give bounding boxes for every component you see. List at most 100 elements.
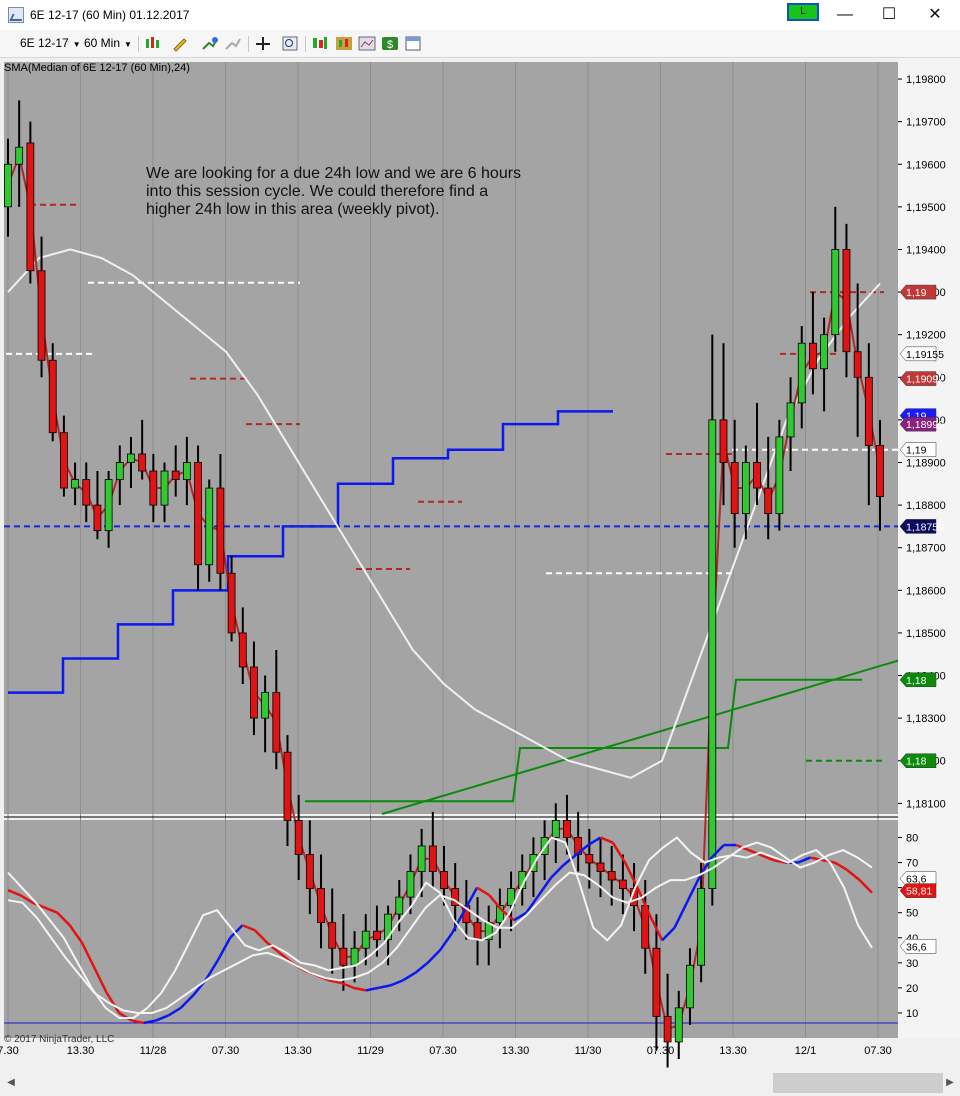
time-tick-label: 7.30 (0, 1045, 19, 1057)
horizontal-scrollbar[interactable]: ◀ ▶ (0, 1070, 960, 1096)
oscillator-tick-label: 10 (906, 1008, 918, 1020)
minimize-button[interactable]: — (822, 0, 868, 30)
candle-body (59, 432, 68, 489)
candle-body (294, 819, 303, 855)
data-box-icon[interactable] (311, 35, 329, 52)
candle-body (104, 479, 113, 532)
candle-body (753, 462, 761, 489)
candle-body (171, 470, 180, 480)
candle-body (876, 445, 884, 497)
candle-body (160, 470, 169, 506)
toolbar-separator (248, 36, 249, 52)
candle-body (719, 419, 728, 463)
candle-body (227, 572, 236, 634)
chart-canvas[interactable]: 1,19800 1,19700 1,19600 1,19500 1,19400 1,19 3… (0, 58, 960, 1070)
bar-type-icon[interactable] (144, 35, 162, 52)
time-tick-label: 13.30 (719, 1045, 747, 1057)
candle-body (428, 845, 437, 872)
candle-body (127, 453, 135, 463)
price-marker-label: 1,19097 (906, 374, 944, 386)
price-tick-label: 1,18800 (906, 500, 946, 512)
candle-body (182, 462, 191, 480)
scroll-right-icon[interactable]: ▶ (943, 1075, 957, 1091)
price-tick-label: 1,19700 (906, 117, 946, 129)
time-tick-label: 13.30 (67, 1045, 95, 1057)
candle-body (741, 462, 750, 515)
candle-body (395, 896, 404, 915)
instrument-selector[interactable]: 6E 12-17 ▼ (20, 36, 81, 50)
time-tick-label: 07.30 (864, 1045, 892, 1057)
close-button[interactable]: ✕ (912, 0, 958, 30)
candle-body (15, 146, 24, 165)
maximize-button[interactable]: ☐ (866, 0, 912, 30)
price-marker-label: 1,18 (906, 756, 927, 768)
time-tick-label: 07.30 (429, 1045, 457, 1057)
chart-properties-icon[interactable] (335, 35, 353, 52)
scroll-thumb[interactable] (773, 1073, 943, 1093)
link-button[interactable]: L (787, 3, 819, 21)
candle-body (440, 871, 448, 889)
candle-body (596, 862, 605, 872)
template-icon[interactable] (358, 35, 376, 52)
price-marker-label: 1,18 (906, 675, 927, 687)
candle-body (350, 947, 359, 966)
window-title: 6E 12-17 (60 Min) 01.12.2017 (30, 8, 190, 22)
candle-body (607, 871, 616, 881)
oscillator-tick-label: 80 (906, 833, 918, 845)
candle-body (339, 947, 348, 966)
zoom-icon[interactable] (281, 35, 299, 52)
price-tick-label: 1,19400 (906, 244, 946, 256)
candle-body (216, 487, 225, 574)
candle-body (93, 504, 102, 532)
oscillator-tick-label: 70 (906, 858, 918, 870)
candle-body (115, 462, 124, 480)
strategy-icon[interactable] (224, 35, 242, 52)
toolbar-separator (305, 36, 306, 52)
chevron-down-icon: ▼ (124, 40, 132, 49)
interval-selector[interactable]: 60 Min ▼ (84, 36, 132, 50)
panel-icon[interactable] (404, 35, 422, 52)
price-marker-label: 1,18990 (906, 419, 944, 431)
scroll-left-icon[interactable]: ◀ (4, 1075, 18, 1091)
price-tick-label: 1,18500 (906, 628, 946, 640)
candle-body (618, 879, 627, 889)
title-bar[interactable]: 6E 12-17 (60 Min) 01.12.2017 L — ☐ ✕ (0, 0, 960, 30)
drawing-pencil-icon[interactable] (171, 35, 189, 52)
candle-body (764, 487, 773, 515)
price-marker-label: 1,19155 (906, 349, 944, 361)
candle-body (652, 947, 661, 1017)
candle-body (238, 632, 247, 668)
dollar-icon[interactable]: $ (381, 35, 399, 52)
candle-body (730, 462, 739, 515)
price-tick-label: 1,19500 (906, 202, 946, 214)
candle-body (82, 479, 91, 506)
candle-body (708, 419, 717, 889)
price-marker-label: 36,6 (906, 941, 927, 953)
annotation-line-2: into this session cycle. We could theref… (146, 183, 488, 200)
price-chart[interactable]: 1,19800 1,19700 1,19600 1,19500 1,19400 1,19 3… (0, 58, 960, 1096)
candle-body (373, 930, 381, 941)
time-tick-label: 07.30 (647, 1045, 675, 1057)
crosshair-icon[interactable] (254, 35, 272, 52)
candle-body (406, 871, 415, 898)
price-marker-label: 1,18750 (906, 521, 944, 533)
candle-body (37, 270, 46, 361)
time-tick-label: 11/30 (575, 1045, 602, 1057)
price-tick-label: 1,18900 (906, 457, 946, 469)
candle-body (551, 819, 560, 838)
time-tick-label: 11/29 (357, 1045, 384, 1057)
price-marker-label: 1,19 (906, 445, 927, 457)
candle-body (786, 402, 795, 438)
candle-body (809, 342, 817, 370)
chart-app-icon (8, 7, 24, 23)
candle-body (663, 1015, 672, 1043)
candle-body (697, 888, 706, 966)
indicator-add-icon[interactable] (201, 35, 219, 52)
chart-window: 6E 12-17 (60 Min) 01.12.2017 L — ☐ ✕ 6E … (0, 0, 960, 1096)
svg-text:$: $ (387, 39, 393, 51)
time-tick-label: 13.30 (502, 1045, 530, 1057)
chevron-down-icon: ▼ (72, 40, 81, 49)
candle-body (864, 376, 873, 446)
candle-body (261, 692, 270, 719)
candle-body (842, 249, 851, 353)
